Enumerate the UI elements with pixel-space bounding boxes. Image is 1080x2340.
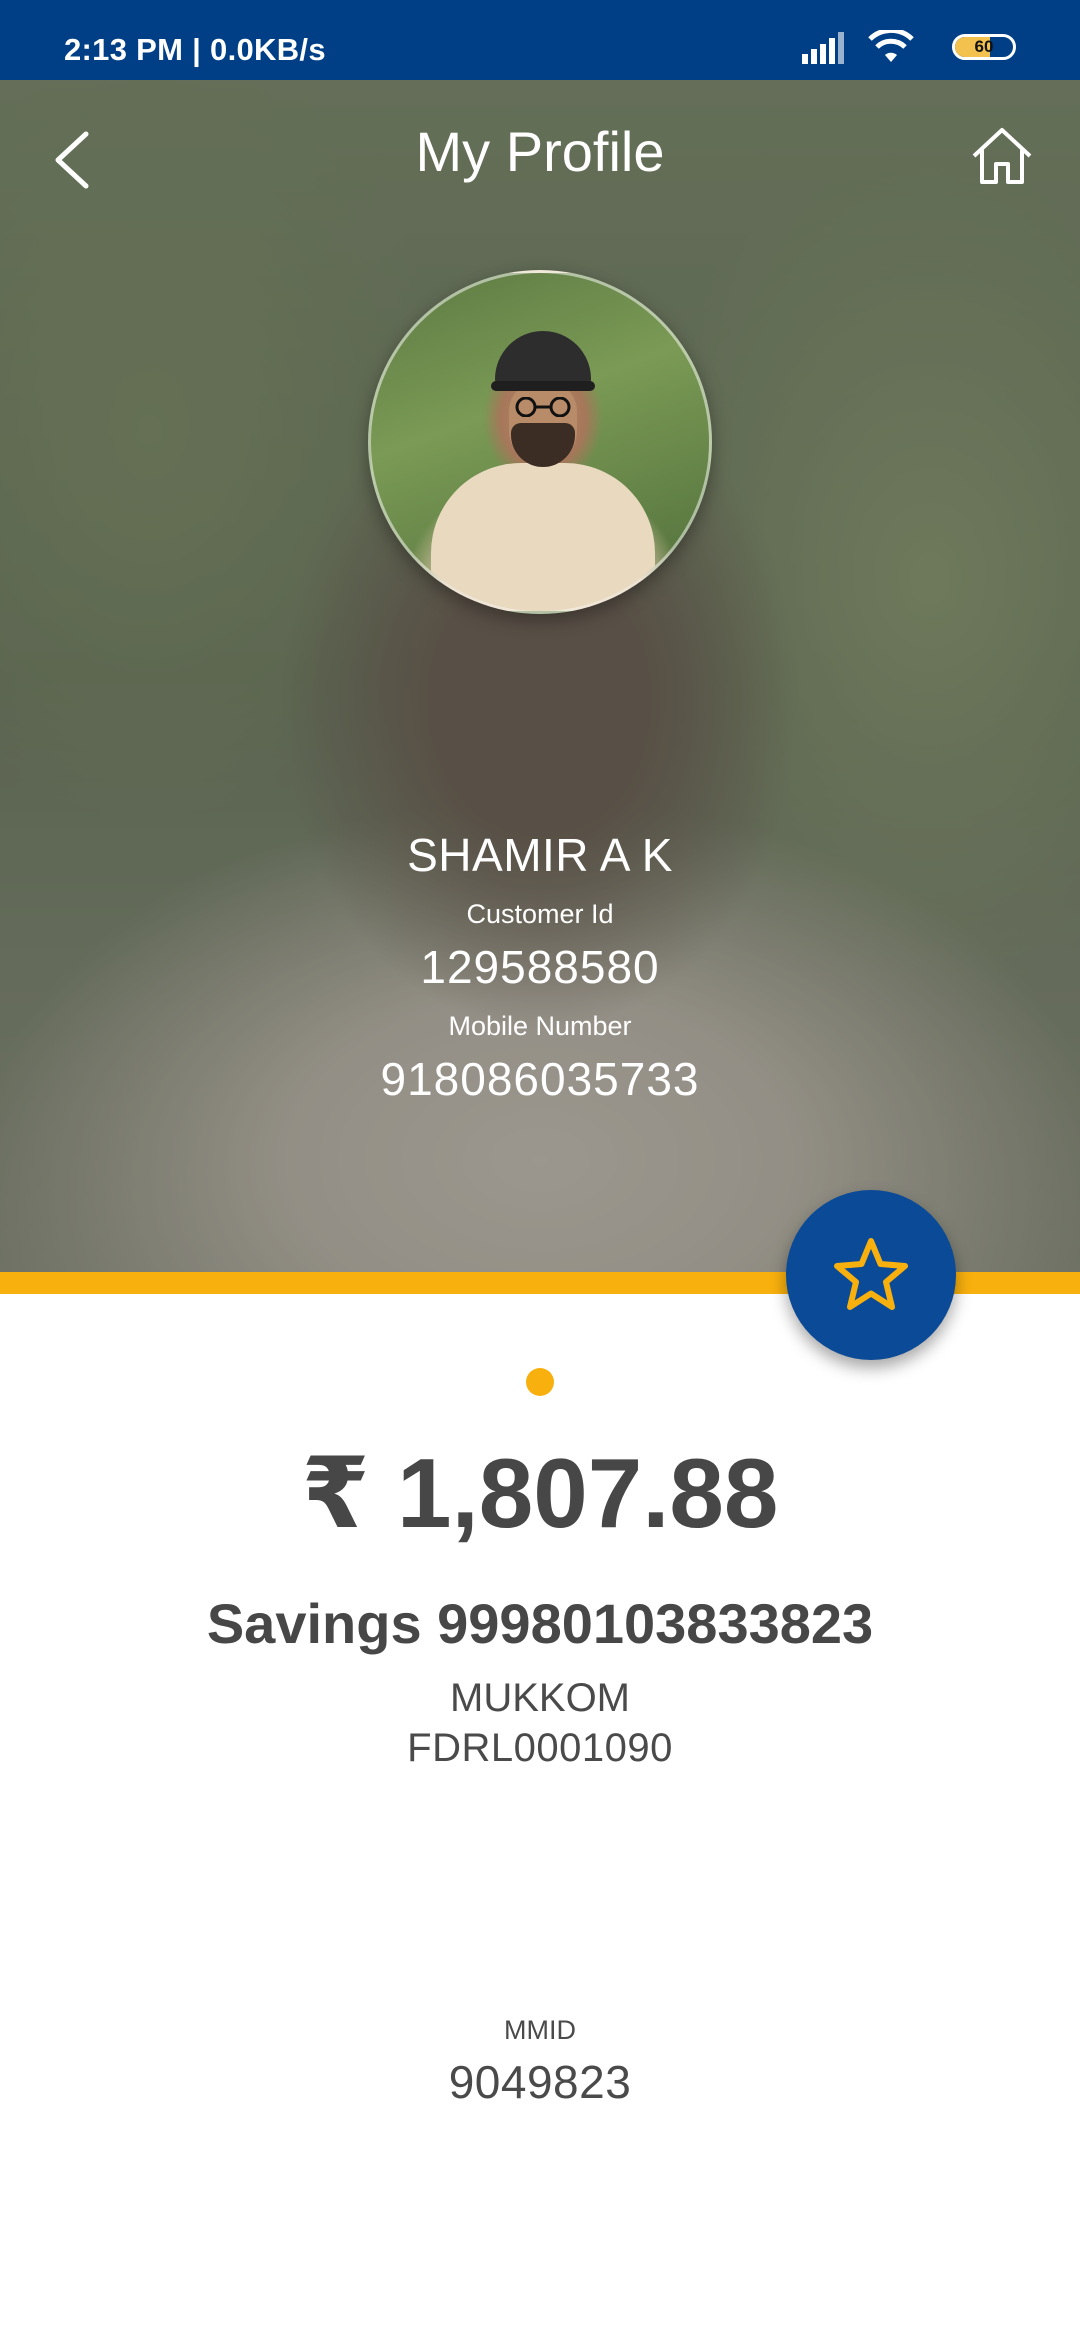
status-bar: 2:13 PM | 0.0KB/s 60: [0, 0, 1080, 80]
account-balance: ₹ 1,807.88: [301, 1438, 779, 1548]
page-indicator-dot: [526, 1368, 554, 1396]
avatar-cap-brim: [491, 381, 595, 391]
page-title: My Profile: [415, 120, 665, 183]
customer-id-label: Customer Id: [466, 899, 614, 929]
battery-icon: 60: [952, 34, 1016, 60]
profile-name: SHAMIR A K: [407, 829, 673, 881]
avatar-glasses: [515, 397, 571, 417]
avatar-beard: [511, 423, 575, 467]
avatar-shirt: [431, 463, 655, 611]
mmid-label: MMID: [504, 2015, 576, 2045]
status-icons: 60: [776, 28, 1016, 68]
wifi-icon: [868, 30, 914, 62]
avatar-cap: [495, 331, 591, 387]
status-time: 2:13 PM | 0.0KB/s: [64, 32, 326, 67]
home-button[interactable]: [970, 124, 1034, 188]
star-icon: [834, 1238, 908, 1310]
avatar[interactable]: [368, 270, 712, 614]
account-type-number: Savings 99980103833823: [206, 1592, 874, 1655]
battery-level: 60: [974, 37, 994, 56]
mmid-value: 9049823: [448, 2056, 632, 2108]
mobile-number-label: Mobile Number: [448, 1011, 632, 1041]
favorite-button[interactable]: [786, 1190, 956, 1360]
mobile-number-value: 918086035733: [380, 1053, 700, 1105]
ifsc-code: FDRL0001090: [407, 1726, 673, 1770]
signal-icon: [802, 32, 844, 64]
branch-name: MUKKOM: [450, 1676, 630, 1720]
customer-id-value: 129588580: [420, 941, 660, 993]
